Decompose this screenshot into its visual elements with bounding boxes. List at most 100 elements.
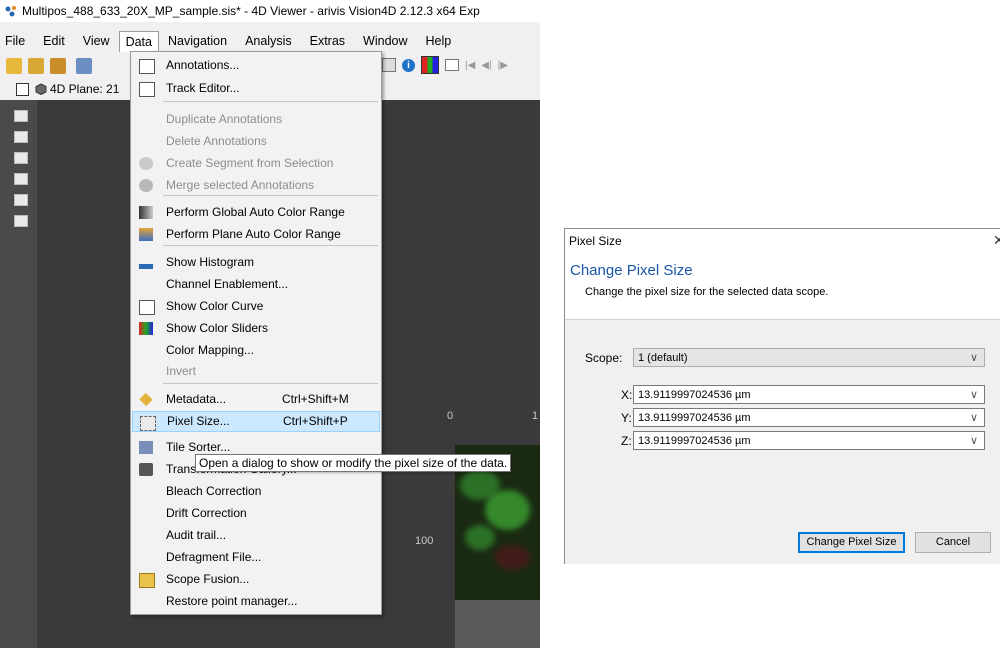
open-recent-icon[interactable] <box>28 57 44 74</box>
dialog-heading: Change Pixel Size <box>570 262 693 279</box>
layout-tool-strip <box>0 100 37 648</box>
import-icon[interactable] <box>50 57 66 74</box>
menu-item-label: Delete Annotations <box>166 134 267 148</box>
window-icon[interactable] <box>445 59 459 71</box>
menu-item-label: Channel Enablement... <box>166 277 289 291</box>
layout-quad-icon[interactable] <box>14 173 28 185</box>
menu-item-label: Pixel Size... <box>167 414 230 428</box>
view-checkbox[interactable] <box>16 82 29 96</box>
menu-navigation[interactable]: Navigation <box>159 31 236 52</box>
save-icon[interactable] <box>76 57 92 74</box>
y-label: Y: <box>621 411 632 425</box>
layout-split-v-icon[interactable] <box>14 152 28 164</box>
x-label: X: <box>621 388 633 402</box>
channels-icon[interactable] <box>421 56 439 74</box>
menu-separator <box>163 245 378 246</box>
layout-single-icon[interactable] <box>14 110 28 122</box>
menu-window[interactable]: Window <box>354 31 416 52</box>
menu-item-label: Show Histogram <box>166 255 255 269</box>
cancel-button[interactable]: Cancel <box>915 532 991 553</box>
axis-tick-1: 1 <box>532 410 539 422</box>
color-curve-icon <box>139 300 155 315</box>
scope-label: Scope: <box>585 351 623 365</box>
title-bar: Multipos_488_633_20X_MP_sample.sis* - 4D… <box>0 0 540 22</box>
toolbar-right: i |◀ ◀| |▶ <box>382 56 514 74</box>
chevron-down-icon: ∨ <box>969 389 978 401</box>
close-icon[interactable]: ✕ <box>993 232 1000 249</box>
prev-frame-icon[interactable]: ◀| <box>481 60 491 71</box>
menu-edit[interactable]: Edit <box>34 31 74 52</box>
grid-icon[interactable] <box>382 58 396 72</box>
menu-extras[interactable]: Extras <box>301 31 354 52</box>
menu-item-restore-point-manager[interactable]: Restore point manager... <box>132 591 380 612</box>
open-file-icon[interactable] <box>6 57 22 74</box>
z-size-field[interactable]: 13.9119997024536 µm ∨ <box>633 431 985 450</box>
menu-item-label: Scope Fusion... <box>166 572 250 586</box>
axis-tick-100: 100 <box>415 535 434 547</box>
menu-item-bleach-correction[interactable]: Bleach Correction <box>132 481 380 502</box>
menu-item-label: Metadata... <box>166 392 227 406</box>
menu-item-label: Duplicate Annotations <box>166 112 283 126</box>
cube-icon <box>139 463 153 476</box>
window-title: Multipos_488_633_20X_MP_sample.sis* - 4D… <box>22 4 480 18</box>
info-icon[interactable]: i <box>402 58 415 72</box>
menu-item-channel-enablement[interactable]: Channel Enablement... <box>132 274 380 295</box>
menu-item-scope-fusion[interactable]: Scope Fusion... <box>132 569 380 590</box>
global-color-range-icon <box>139 206 153 219</box>
menu-item-track-editor[interactable]: Track Editor... <box>132 78 380 99</box>
menu-view[interactable]: View <box>74 31 119 52</box>
layout-split-h-icon[interactable] <box>14 131 28 143</box>
menu-item-metadata[interactable]: Metadata... Ctrl+Shift+M <box>132 389 380 410</box>
segment-icon <box>139 157 153 170</box>
menu-item-create-segment-from-selection[interactable]: Create Segment from Selection <box>132 153 380 174</box>
x-size-field[interactable]: 13.9119997024536 µm ∨ <box>633 385 985 404</box>
menu-item-show-color-curve[interactable]: Show Color Curve <box>132 296 380 317</box>
cube-icon <box>35 83 47 95</box>
first-frame-icon[interactable]: |◀ <box>465 60 475 71</box>
menu-help[interactable]: Help <box>417 31 461 52</box>
menu-item-label: Color Mapping... <box>166 343 255 357</box>
menu-item-label: Track Editor... <box>166 81 240 95</box>
play-icon[interactable]: |▶ <box>498 60 508 71</box>
color-sliders-icon <box>139 322 153 335</box>
menu-item-delete-annotations[interactable]: Delete Annotations <box>132 131 380 152</box>
menu-item-perform-global-auto-color-range[interactable]: Perform Global Auto Color Range <box>132 202 380 223</box>
menu-item-annotations[interactable]: Annotations... <box>132 55 380 76</box>
menu-item-merge-selected-annotations[interactable]: Merge selected Annotations <box>132 175 380 196</box>
chevron-down-icon: ∨ <box>969 412 978 424</box>
layout-six-icon[interactable] <box>14 194 28 206</box>
dialog-description: Change the pixel size for the selected d… <box>585 286 829 298</box>
merge-icon <box>139 179 153 192</box>
change-pixel-size-button[interactable]: Change Pixel Size <box>798 532 905 553</box>
scope-select[interactable]: 1 (default) ∨ <box>633 348 985 367</box>
menu-item-pixel-size[interactable]: Pixel Size... Ctrl+Shift+P <box>132 411 380 432</box>
menu-analysis[interactable]: Analysis <box>236 31 301 52</box>
plane-color-range-icon <box>139 228 153 241</box>
menu-item-label: Audit trail... <box>166 528 227 542</box>
menu-item-label: Drift Correction <box>166 506 247 520</box>
y-size-value: 13.9119997024536 µm <box>638 412 751 424</box>
menu-data[interactable]: Data <box>118 31 159 52</box>
menu-item-defragment-file[interactable]: Defragment File... <box>132 547 380 568</box>
menu-item-duplicate-annotations[interactable]: Duplicate Annotations <box>132 109 380 130</box>
axis-tick-0: 0 <box>447 410 454 422</box>
histogram-icon <box>139 256 153 269</box>
layout-nine-icon[interactable] <box>14 215 28 227</box>
y-size-field[interactable]: 13.9119997024536 µm ∨ <box>633 408 985 427</box>
menu-file[interactable]: File <box>0 31 34 52</box>
dialog-body: Scope: 1 (default) ∨ X: 13.9119997024536… <box>565 319 1000 564</box>
scope-value: 1 (default) <box>638 352 688 364</box>
chevron-down-icon: ∨ <box>969 435 978 447</box>
x-size-value: 13.9119997024536 µm <box>638 389 751 401</box>
menu-item-color-mapping[interactable]: Color Mapping... <box>132 340 380 361</box>
menu-item-show-color-sliders[interactable]: Show Color Sliders <box>132 318 380 339</box>
menu-item-label: Bleach Correction <box>166 484 262 498</box>
menu-item-invert[interactable]: Invert <box>132 361 380 382</box>
scope-fusion-icon <box>139 573 155 588</box>
menu-item-show-histogram[interactable]: Show Histogram <box>132 252 380 273</box>
menu-item-label: Create Segment from Selection <box>166 156 334 170</box>
menu-item-audit-trail[interactable]: Audit trail... <box>132 525 380 546</box>
menu-item-drift-correction[interactable]: Drift Correction <box>132 503 380 524</box>
menu-item-label: Perform Plane Auto Color Range <box>166 227 341 241</box>
menu-item-perform-plane-auto-color-range[interactable]: Perform Plane Auto Color Range <box>132 224 380 245</box>
